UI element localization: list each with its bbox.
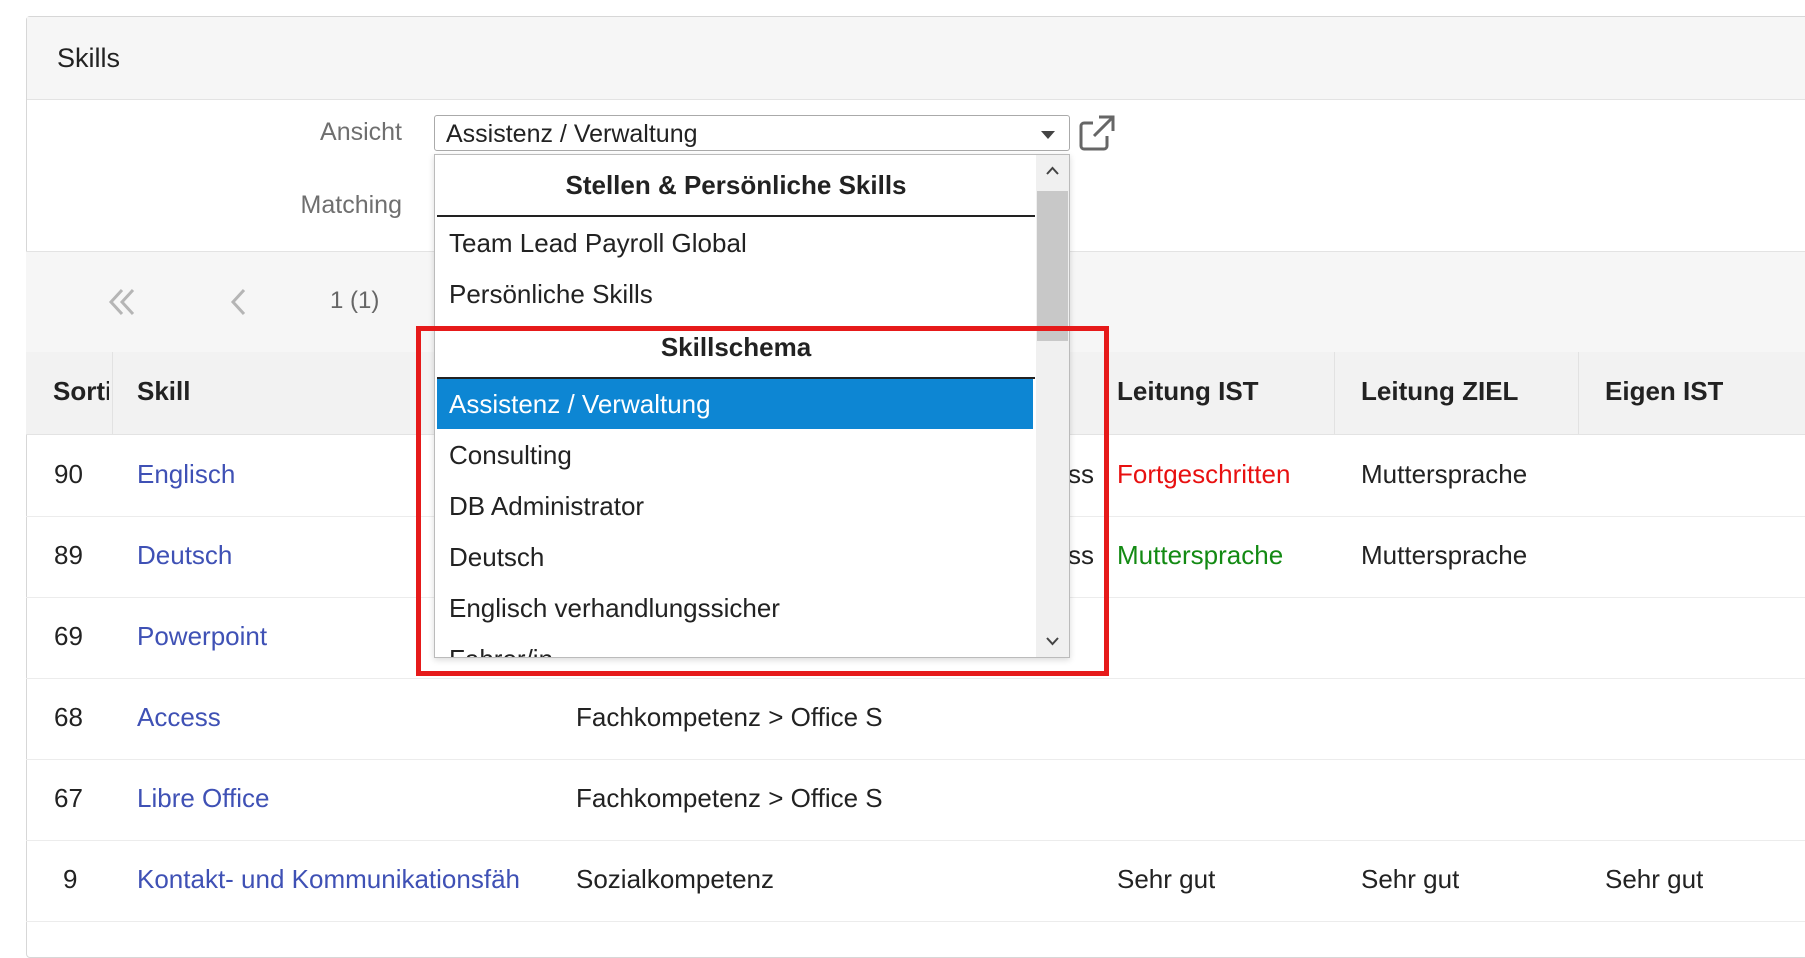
scrollbar-thumb[interactable] — [1037, 191, 1068, 341]
sort-cell: 68 — [54, 702, 83, 732]
category-cell: Fachkompetenz > Office S — [576, 702, 883, 732]
highlight-box — [416, 326, 1109, 676]
external-link-icon[interactable] — [1078, 114, 1116, 152]
skill-link[interactable]: Libre Office — [137, 783, 575, 814]
sort-cell: 69 — [54, 621, 83, 651]
column-header-leitung-ziel[interactable]: Leitung ZIEL — [1361, 376, 1518, 407]
caret-down-icon — [1041, 131, 1055, 139]
chevron-up-icon[interactable] — [1036, 155, 1069, 187]
leitung-ziel-cell: Muttersprache — [1361, 459, 1528, 489]
skill-link[interactable]: Kontakt- und Kommunikationsfäh — [137, 864, 575, 895]
leitung-ist-cell: Fortgeschritten — [1117, 459, 1291, 489]
category-cell: Sozialkompetenz — [576, 864, 774, 894]
leitung-ist-cell: Muttersprache — [1117, 540, 1284, 570]
column-header-skill[interactable]: Skill — [137, 376, 190, 407]
leitung-ist-cell: Sehr gut — [1117, 864, 1216, 894]
sort-cell: 90 — [54, 459, 83, 489]
panel-title: Skills — [57, 43, 121, 73]
panel-header: Skills — [27, 17, 1805, 100]
table-row[interactable]: 9 Kontakt- und Kommunikationsfäh Sozialkom… — [26, 840, 1805, 922]
table-row[interactable]: 67 Libre Office Fachkompetenz > Office S — [26, 759, 1805, 841]
dropdown-group-header: Stellen & Persönliche Skills — [437, 155, 1035, 217]
table-row[interactable]: 68 Access Fachkompetenz > Office S — [26, 678, 1805, 760]
column-header-eigen-ist[interactable]: Eigen IST — [1605, 376, 1723, 407]
column-separator — [112, 352, 113, 434]
column-header-sort[interactable]: Sorti — [53, 376, 109, 407]
dropdown-option[interactable]: Persönliche Skills — [437, 269, 1033, 319]
sort-cell: 89 — [54, 540, 83, 570]
ansicht-label: Ansicht — [320, 118, 402, 146]
column-separator — [1334, 352, 1335, 434]
ansicht-select-value: Assistenz / Verwaltung — [446, 120, 698, 148]
matching-label: Matching — [300, 191, 402, 219]
leitung-ziel-cell: Muttersprache — [1361, 540, 1528, 570]
double-chevron-left-icon[interactable] — [102, 282, 142, 322]
sort-cell: 9 — [63, 864, 78, 894]
skill-link[interactable]: Access — [137, 702, 575, 733]
column-separator — [1578, 352, 1579, 434]
chevron-left-icon[interactable] — [219, 282, 259, 322]
sort-cell: 67 — [54, 783, 83, 813]
page-info: 1 (1) — [330, 287, 380, 314]
leitung-ziel-cell: Sehr gut — [1361, 864, 1460, 894]
column-header-leitung-ist[interactable]: Leitung IST — [1117, 376, 1259, 407]
eigen-ist-cell: Sehr gut — [1605, 864, 1704, 894]
category-cell: Fachkompetenz > Office S — [576, 783, 883, 813]
dropdown-option[interactable]: Team Lead Payroll Global — [437, 218, 1033, 268]
ansicht-select[interactable]: Assistenz / Verwaltung — [434, 115, 1070, 151]
